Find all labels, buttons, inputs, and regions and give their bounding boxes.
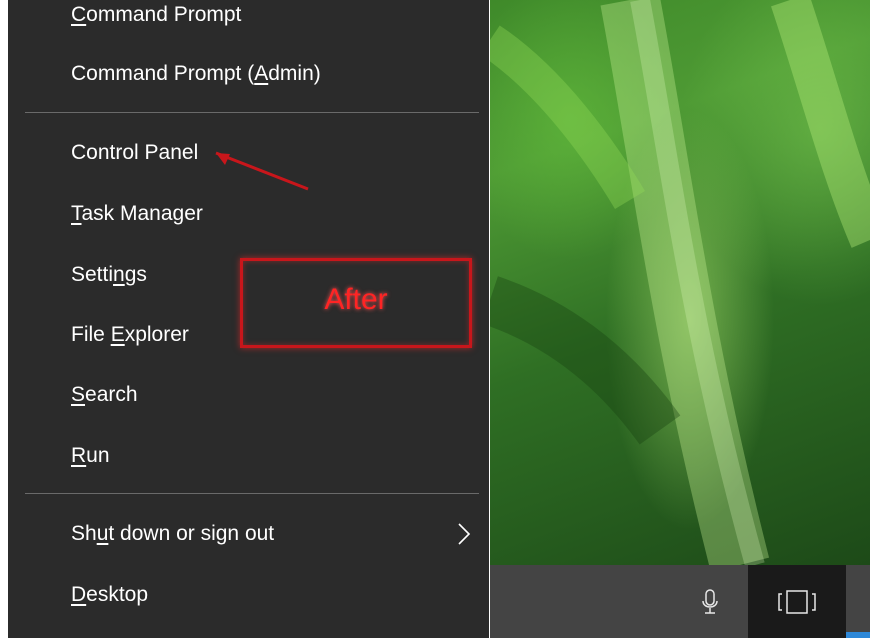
menu-item-access-key: A — [254, 62, 269, 85]
menu-item-label: Control Panel — [71, 141, 199, 164]
menu-item-command-prompt-admin[interactable]: Command Prompt (Admin) — [8, 49, 489, 99]
menu-item-label: t down or sign out — [108, 522, 275, 545]
menu-item-access-key: T — [71, 202, 82, 225]
menu-item-label: gs — [124, 263, 147, 286]
chevron-right-icon — [458, 523, 471, 545]
menu-item-run[interactable]: Run — [8, 431, 489, 481]
taskbar-accent-strip — [846, 632, 870, 638]
annotation-after-box: After — [240, 258, 472, 348]
menu-item-access-key: E — [110, 323, 125, 346]
menu-item-label: dmin) — [268, 62, 321, 85]
desktop-wallpaper — [490, 0, 870, 565]
menu-separator — [25, 493, 479, 494]
microphone-button[interactable] — [680, 565, 740, 638]
taskbar — [490, 565, 870, 638]
menu-item-search[interactable]: Search — [8, 370, 489, 420]
menu-item-access-key: n — [113, 263, 125, 286]
menu-item-access-key: u — [96, 522, 109, 545]
annotation-arrow — [215, 151, 309, 191]
menu-item-access-key: S — [71, 383, 86, 406]
menu-item-desktop[interactable]: Desktop — [8, 570, 489, 620]
menu-item-label: esktop — [86, 583, 149, 606]
menu-item-label: un — [86, 444, 110, 467]
annotation-after-label: After — [324, 283, 388, 316]
menu-item-label: xplorer — [124, 323, 189, 346]
menu-item-command-prompt[interactable]: Command Prompt — [8, 0, 489, 40]
menu-item-label: Command Prompt ( — [71, 62, 255, 85]
menu-item-access-key: D — [71, 583, 87, 606]
task-view-button[interactable] — [748, 565, 846, 638]
menu-item-task-manager[interactable]: Task Manager — [8, 189, 489, 239]
menu-item-label: Setti — [71, 263, 114, 286]
menu-item-shut-down-or-sign-out[interactable]: Shut down or sign out — [8, 509, 489, 559]
menu-item-label: Sh — [71, 522, 97, 545]
menu-item-label: ask Manager — [81, 202, 203, 225]
menu-item-label: earch — [85, 383, 138, 406]
menu-item-access-key: R — [71, 444, 87, 467]
menu-item-access-key: C — [71, 3, 87, 26]
task-view-icon — [778, 589, 816, 614]
fern-wallpaper-image — [490, 0, 870, 565]
menu-item-label: ommand Prompt — [86, 3, 242, 26]
menu-separator — [25, 112, 479, 113]
microphone-icon — [702, 588, 718, 614]
menu-item-label: File — [71, 323, 111, 346]
power-user-menu: Command Prompt Command Prompt (Admin) Co… — [8, 0, 489, 638]
